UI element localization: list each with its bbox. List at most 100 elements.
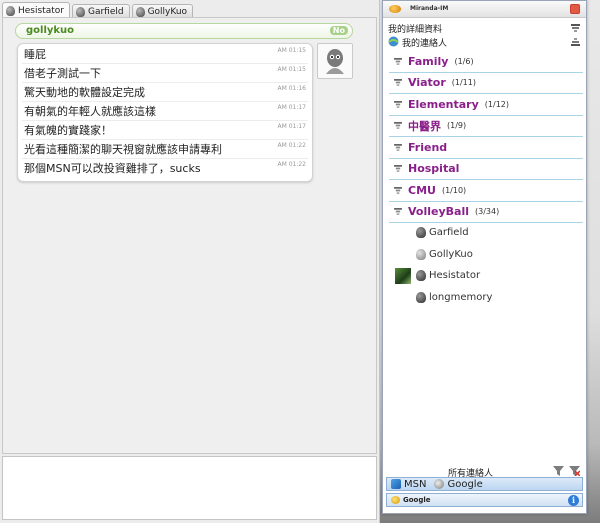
info-icon[interactable]: i bbox=[568, 495, 579, 506]
contact-name: GollyKuo bbox=[429, 248, 473, 260]
contact-name: longmemory bbox=[429, 291, 493, 303]
contact-status-icon bbox=[416, 248, 426, 260]
filter-controls bbox=[553, 466, 580, 476]
chat-tabs: Hesistator Garfield GollyKuo bbox=[2, 2, 194, 18]
contact-gollykuo[interactable]: GollyKuo bbox=[389, 244, 583, 266]
collapse-icon[interactable] bbox=[571, 38, 580, 46]
group-expand-icon bbox=[394, 165, 402, 173]
message-timestamp: AM 01:17 bbox=[277, 104, 306, 111]
default-avatar-icon bbox=[326, 49, 344, 74]
message-text: 那個MSN可以改投資雞排了，sucks bbox=[24, 162, 201, 175]
contact-longmemory[interactable]: longmemory bbox=[389, 287, 583, 309]
group-expand-icon bbox=[394, 208, 402, 216]
group-count: (1/9) bbox=[447, 121, 467, 131]
group-count: (1/6) bbox=[454, 56, 474, 66]
group-name: 中醫界 bbox=[408, 119, 441, 133]
group-6[interactable]: CMU (1/10) bbox=[389, 180, 583, 202]
group-1[interactable]: Viator (1/11) bbox=[389, 73, 583, 94]
group-7[interactable]: VolleyBall (3/34) bbox=[389, 202, 583, 223]
tab-garfield[interactable]: Garfield bbox=[71, 4, 130, 18]
tab-label: GollyKuo bbox=[147, 6, 188, 17]
message-log[interactable]: gollykuo No 睡屁 AM 01:15 借老子測試一下 AM 01:15 驚天動… bbox=[2, 17, 377, 454]
sender-badge: No bbox=[329, 26, 348, 35]
status-label: Google bbox=[447, 478, 483, 490]
group-expand-icon bbox=[394, 186, 402, 194]
group-2[interactable]: Elementary (1/12) bbox=[389, 94, 583, 116]
contact-garfield[interactable]: Garfield bbox=[389, 222, 583, 244]
message-text: 借老子測試一下 bbox=[24, 67, 101, 80]
tab-hesistator[interactable]: Hesistator bbox=[2, 2, 70, 18]
status-msn[interactable]: MSN bbox=[391, 479, 426, 490]
contacts-globe-icon bbox=[388, 36, 399, 47]
group-name: Elementary bbox=[408, 97, 479, 111]
group-0[interactable]: Family (1/6) bbox=[389, 51, 583, 73]
message-text: 睡屁 bbox=[24, 48, 46, 61]
message-timestamp: AM 01:22 bbox=[277, 142, 306, 149]
chat-window: Hesistator Garfield GollyKuo gollykuo No 睡… bbox=[0, 0, 380, 523]
contact-name: Hesistator bbox=[429, 270, 481, 282]
message-text: 有氣魄的實踐家！ bbox=[24, 124, 112, 137]
group-4[interactable]: Friend bbox=[389, 137, 583, 159]
message-timestamp: AM 01:16 bbox=[277, 85, 306, 92]
group-count: (1/12) bbox=[484, 99, 509, 109]
message-timestamp: AM 01:17 bbox=[277, 123, 306, 130]
group-list: Family (1/6) Viator (1/11) Elementary (1/12) 中… bbox=[389, 51, 583, 223]
message-input[interactable] bbox=[2, 456, 377, 520]
tab-gollykuo[interactable]: GollyKuo bbox=[131, 4, 194, 18]
miranda-logo-icon bbox=[389, 5, 401, 13]
contact-status-icon bbox=[416, 291, 426, 303]
contact-status-icon bbox=[6, 5, 15, 16]
group-expand-icon bbox=[394, 57, 402, 65]
group-3[interactable]: 中醫界 (1/9) bbox=[389, 116, 583, 137]
group-expand-icon bbox=[394, 79, 402, 87]
msn-icon bbox=[391, 479, 401, 489]
message-row: 有氣魄的實踐家！ AM 01:17 bbox=[22, 121, 308, 140]
google-talk-icon bbox=[434, 479, 445, 489]
google-talk-icon bbox=[391, 496, 400, 504]
message-text: 光看這種簡潔的聊天視窗就應該申請專利 bbox=[24, 143, 222, 156]
contact-list-window: Miranda-IM 我的詳細資料 我的連絡人 Family (1/6) Viato… bbox=[382, 0, 587, 514]
message-timestamp: AM 01:22 bbox=[277, 161, 306, 168]
title-bar[interactable]: Miranda-IM bbox=[383, 1, 586, 18]
group-count: (1/11) bbox=[451, 78, 476, 88]
message-group-header: gollykuo No bbox=[15, 23, 353, 39]
clear-filter-icon[interactable] bbox=[569, 466, 580, 476]
group-name: Hospital bbox=[408, 162, 460, 176]
message-bubble: 睡屁 AM 01:15 借老子測試一下 AM 01:15 驚天動地的軟體設定完成 AM 0… bbox=[17, 43, 313, 182]
message-row: 那個MSN可以改投資雞排了，sucks AM 01:22 bbox=[22, 159, 308, 178]
group-name: VolleyBall bbox=[408, 205, 469, 219]
menu-icon[interactable] bbox=[571, 24, 580, 32]
status-google[interactable]: Google bbox=[434, 478, 483, 490]
contact-name: Garfield bbox=[429, 227, 469, 239]
contact-status-icon bbox=[416, 270, 426, 282]
message-text: 有朝氣的年輕人就應該這樣 bbox=[24, 105, 156, 118]
group-name: Viator bbox=[408, 76, 446, 90]
protocol-label: Google bbox=[403, 496, 431, 504]
tab-label: Garfield bbox=[87, 6, 124, 17]
window-title: Miranda-IM bbox=[410, 5, 449, 12]
group-expand-icon bbox=[394, 122, 402, 130]
contact-status-icon bbox=[416, 227, 426, 239]
status-label: MSN bbox=[404, 478, 427, 490]
message-row: 有朝氣的年輕人就應該這樣 AM 01:17 bbox=[22, 102, 308, 121]
status-bar: MSN Google bbox=[386, 477, 583, 491]
contact-status-icon bbox=[135, 6, 145, 17]
group-count: (1/10) bbox=[441, 185, 467, 195]
group-5[interactable]: Hospital bbox=[389, 159, 583, 180]
my-details-link[interactable]: 我的詳細資料 bbox=[388, 22, 442, 35]
my-contacts-label: 我的連絡人 bbox=[402, 39, 448, 49]
protocol-bar[interactable]: Google i bbox=[386, 493, 583, 507]
close-button[interactable] bbox=[570, 4, 580, 14]
sender-avatar bbox=[317, 43, 353, 79]
message-text: 驚天動地的軟體設定完成 bbox=[24, 86, 145, 99]
message-row: 睡屁 AM 01:15 bbox=[22, 45, 308, 64]
group-name: Friend bbox=[408, 140, 448, 154]
filter-icon[interactable] bbox=[553, 466, 564, 476]
group-name: CMU bbox=[408, 183, 436, 197]
group-name: Family bbox=[408, 54, 449, 68]
message-row: 驚天動地的軟體設定完成 AM 01:16 bbox=[22, 83, 308, 102]
message-timestamp: AM 01:15 bbox=[277, 66, 306, 73]
tab-label: Hesistator bbox=[18, 5, 64, 16]
contact-hesistator[interactable]: Hesistator bbox=[389, 265, 583, 287]
group-expand-icon bbox=[394, 100, 402, 108]
